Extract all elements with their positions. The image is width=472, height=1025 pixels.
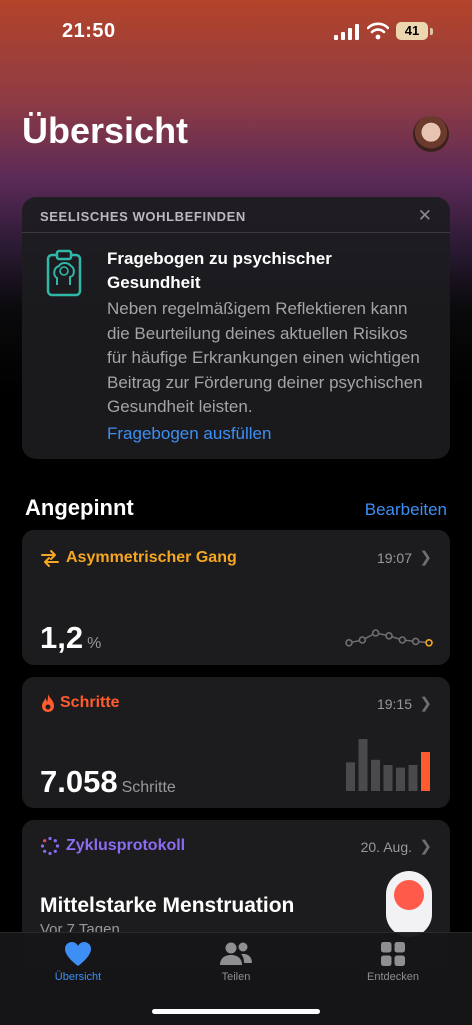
steps-bar [421, 752, 430, 791]
card-value: 1,2% [40, 620, 102, 655]
steps-bar [396, 767, 405, 791]
status-time: 21:50 [62, 20, 116, 42]
steps-bar [408, 765, 418, 791]
flame-icon [42, 694, 54, 712]
battery-indicator: 41 [396, 22, 428, 40]
status-bar: 21:50 41 [0, 0, 472, 60]
card-value: 7.058 Schritte [40, 764, 176, 799]
card-steps[interactable]: Schritte 19:15 ❯ 7.058 Schritte [22, 677, 450, 808]
wifi-icon [367, 22, 389, 40]
steps-bar [358, 739, 368, 791]
sparkline-point [385, 631, 393, 640]
chevron-right-icon: ❯ [419, 695, 432, 712]
close-icon[interactable]: ✕ [418, 206, 432, 226]
grid-icon [381, 942, 405, 966]
chevron-right-icon: ❯ [419, 838, 432, 855]
tab-label: Übersicht [54, 971, 102, 983]
tab-label: Teilen [221, 971, 251, 983]
sparkline-point [371, 629, 380, 637]
card-label: Zyklusprotokoll [66, 837, 186, 854]
card-label: Asymmetrischer Gang [66, 549, 237, 566]
card-asymmetric-gait[interactable]: Asymmetrischer Gang 19:07 ❯ 1,2% [22, 530, 450, 665]
tab-label: Entdecken [367, 971, 419, 983]
card-value: Mittelstarke Menstruation [40, 894, 295, 917]
cycle-dots-icon [40, 836, 60, 856]
avatar[interactable] [413, 116, 449, 152]
page-title: Übersicht [22, 110, 189, 151]
divider [22, 232, 450, 233]
sparkline-point [398, 636, 407, 644]
fill-questionnaire-link[interactable]: Fragebogen ausfüllen [107, 424, 271, 444]
pinned-section-title: Angepinnt [25, 495, 134, 520]
steps-bar-chart [346, 739, 430, 791]
steps-bar [383, 765, 393, 791]
heart-icon [65, 942, 91, 966]
card-header: SEELISCHES WOHLBEFINDEN [40, 209, 246, 224]
mental-health-card[interactable]: SEELISCHES WOHLBEFINDEN ✕ Fragebogen zu … [22, 197, 450, 459]
card-body: Neben regelmäßigem Reflektieren kann die… [107, 299, 423, 416]
menstruation-toggle[interactable] [386, 871, 432, 937]
chevron-right-icon: ❯ [419, 549, 432, 566]
card-label: Schritte [60, 694, 120, 711]
home-indicator [152, 1009, 320, 1014]
card-time: 20. Aug. [360, 839, 412, 855]
tab-share[interactable]: Teilen [176, 941, 296, 983]
sparkline-point [425, 639, 433, 647]
tab-discover[interactable]: Entdecken [333, 941, 453, 983]
card-title: Fragebogen zu psychischer Gesundheit [107, 249, 332, 292]
tab-overview[interactable]: Übersicht [18, 941, 138, 983]
clipboard-brain-icon [46, 249, 82, 297]
arrows-icon [41, 550, 59, 567]
people-icon [220, 942, 252, 965]
card-time: 19:07 [376, 550, 412, 566]
sparkline-point [411, 637, 420, 646]
sparkline-point [345, 639, 353, 647]
battery-tip [430, 28, 433, 35]
sparkline-chart [345, 629, 433, 647]
cellular-signal-icon [334, 24, 359, 40]
steps-bar [346, 762, 355, 791]
edit-button[interactable]: Bearbeiten [365, 500, 447, 520]
steps-bar [371, 759, 380, 791]
card-time: 19:15 [376, 696, 412, 712]
sparkline-point [358, 636, 367, 644]
toggle-dot [394, 880, 424, 910]
